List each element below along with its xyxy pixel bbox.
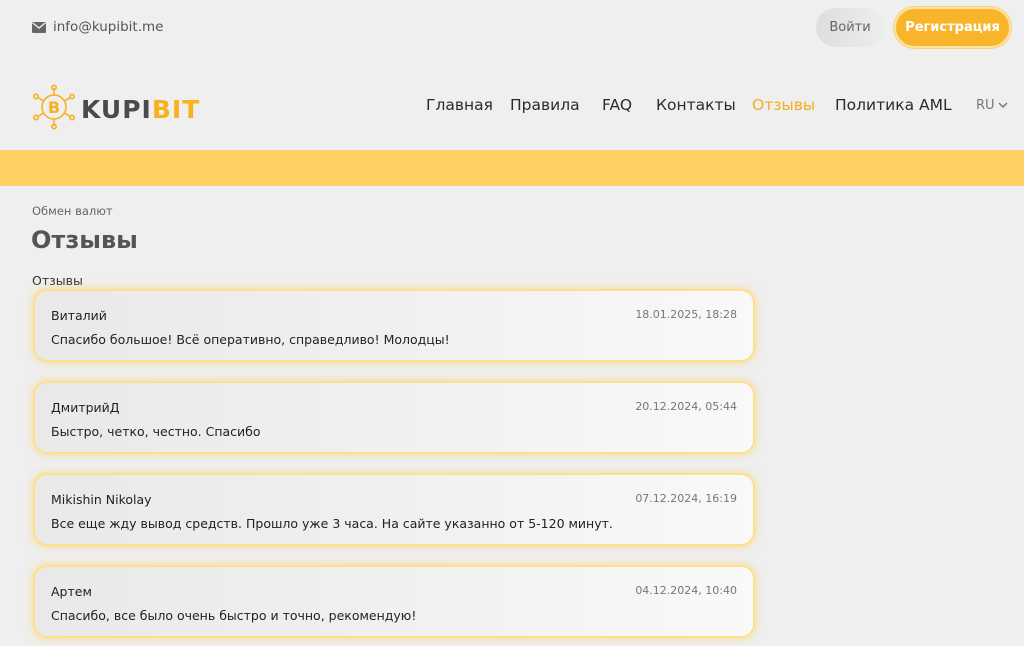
review-card: Виталий 18.01.2025, 18:28 Спасибо большо… xyxy=(33,289,755,362)
review-date: 20.12.2024, 05:44 xyxy=(635,400,737,413)
review-text: Спасибо, все было очень быстро и точно, … xyxy=(51,608,417,623)
review-date: 04.12.2024, 10:40 xyxy=(635,584,737,597)
nav-item-home[interactable]: Главная xyxy=(426,96,510,114)
nav-item-rules[interactable]: Правила xyxy=(510,96,602,114)
contact-email[interactable]: info@kupibit.me xyxy=(32,19,163,35)
language-label: RU xyxy=(976,98,995,113)
svg-text:B: B xyxy=(48,98,60,117)
review-author: ДмитрийД xyxy=(51,400,120,415)
review-author: Виталий xyxy=(51,308,107,323)
top-bar: info@kupibit.me Войти Регистрация xyxy=(0,0,1024,58)
language-selector[interactable]: RU xyxy=(976,98,1008,113)
page-title: Отзывы xyxy=(31,226,138,254)
review-author: Артем xyxy=(51,584,92,599)
bitcoin-network-icon: B xyxy=(31,84,77,134)
review-date: 18.01.2025, 18:28 xyxy=(635,308,737,321)
nav-item-reviews[interactable]: Отзывы xyxy=(752,96,835,114)
site-header: B KUPIBIT Главная Правила FAQ Контакты О… xyxy=(0,58,1024,150)
nav-item-contacts[interactable]: Контакты xyxy=(656,96,752,114)
nav-item-faq[interactable]: FAQ xyxy=(602,96,656,114)
email-text[interactable]: info@kupibit.me xyxy=(53,19,163,35)
review-text: Быстро, четко, честно. Спасибо xyxy=(51,424,261,439)
logo-text: KUPIBIT xyxy=(81,95,200,124)
review-card: Mikishin Nikolay 07.12.2024, 16:19 Все е… xyxy=(33,473,755,546)
breadcrumb[interactable]: Обмен валют xyxy=(32,204,113,218)
chevron-down-icon xyxy=(998,98,1008,113)
logo-text-bit: BIT xyxy=(151,94,201,124)
hero-band xyxy=(0,150,1024,186)
section-label: Отзывы xyxy=(32,273,83,288)
logo-text-kupi: KUPI xyxy=(81,94,152,124)
review-card: Артем 04.12.2024, 10:40 Спасибо, все был… xyxy=(33,565,755,638)
register-button[interactable]: Регистрация xyxy=(894,7,1011,48)
site-logo[interactable]: B KUPIBIT xyxy=(31,84,200,134)
review-text: Все еще жду вывод средств. Прошло уже 3 … xyxy=(51,516,613,531)
review-date: 07.12.2024, 16:19 xyxy=(635,492,737,505)
main-nav: Главная Правила FAQ Контакты Отзывы Поли… xyxy=(426,96,952,114)
nav-item-aml-policy[interactable]: Политика AML xyxy=(835,96,952,114)
login-button[interactable]: Войти xyxy=(816,8,884,47)
review-text: Спасибо большое! Всё оперативно, справед… xyxy=(51,332,450,347)
envelope-icon xyxy=(32,21,46,33)
review-card: ДмитрийД 20.12.2024, 05:44 Быстро, четко… xyxy=(33,381,755,454)
review-author: Mikishin Nikolay xyxy=(51,492,152,507)
